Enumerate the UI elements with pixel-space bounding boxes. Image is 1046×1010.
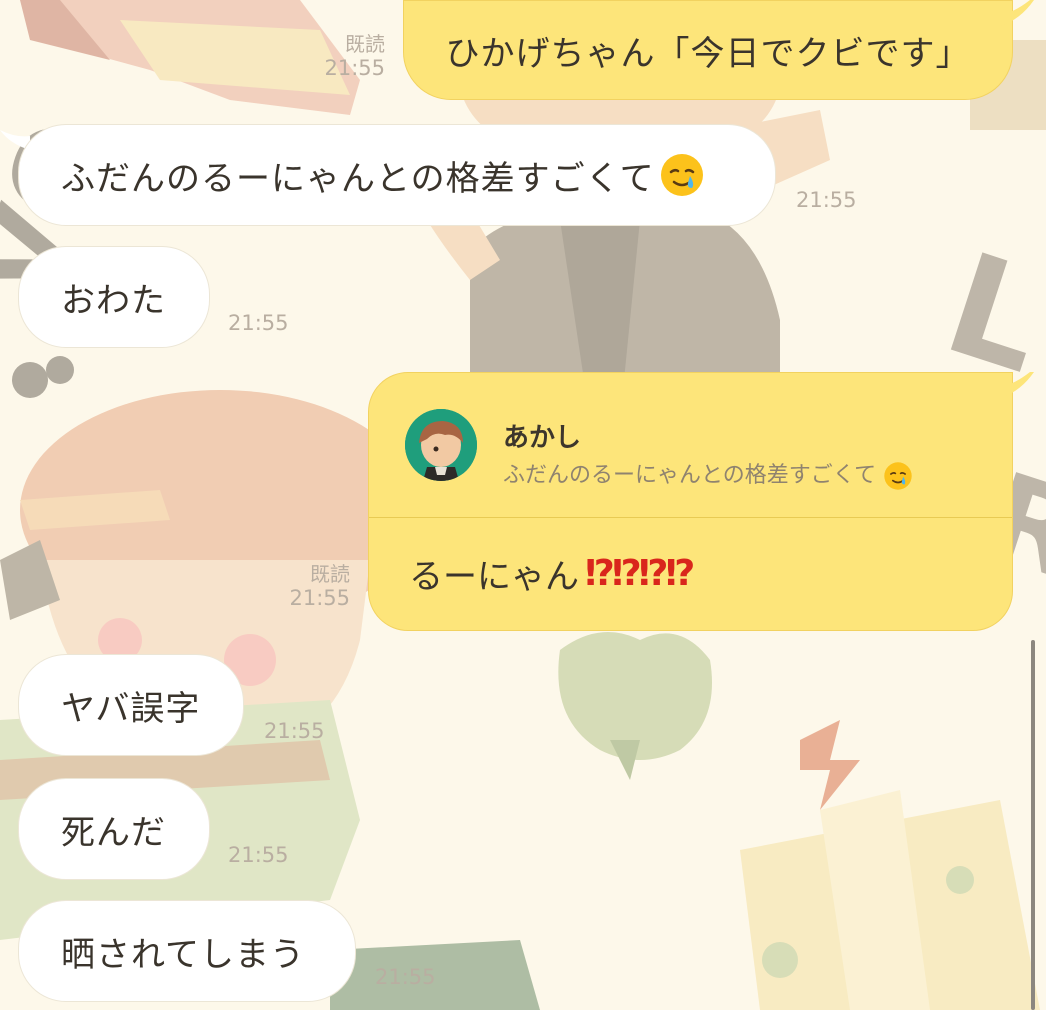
message-time: 21:55 [796,188,866,212]
message-bubble-incoming[interactable]: ふだんのるーにゃんとの格差すごくて [18,124,776,226]
message-time-label: 21:55 [796,188,857,212]
message-text: ふだんのるーにゃんとの格差すごくて [61,158,655,199]
message-time: 21:55 [289,586,350,610]
avatar [405,409,477,481]
exclamation-question-marks: ⁉⁉⁉⁉ [585,553,695,594]
quoted-text: ふだんのるーにゃんとの格差すごくて [503,457,913,491]
message-bubble-outgoing[interactable]: ひかげちゃん「今日でクビです」 [403,0,1013,100]
quoted-text-label: ふだんのるーにゃんとの格差すごくて [503,463,877,488]
message-text: おわた [61,280,166,321]
read-receipt: 既読 [310,562,350,586]
message-meta: 既読 21:55 [270,562,350,610]
message-text: 晒されてしまう [61,934,305,975]
message-bubble-incoming[interactable]: ヤバ誤字 [18,654,244,756]
message-time: 21:55 [228,311,298,335]
sad-relieved-face-icon [884,462,912,490]
quoted-message[interactable]: あかし ふだんのるーにゃんとの格差すごくて [369,373,1012,518]
message-bubble-incoming[interactable]: 晒されてしまう [18,900,356,1002]
reply-text: るーにゃん ⁉⁉⁉⁉ [409,549,695,598]
message-meta: 既読 21:55 [305,32,385,80]
message-time: 21:55 [228,843,298,867]
message-bubble-incoming[interactable]: おわた [18,246,210,348]
read-receipt: 既読 [345,32,385,56]
message-time: 21:55 [375,965,445,989]
message-time: 21:55 [264,719,334,743]
bubble-tail [1000,0,1034,26]
message-bubble-incoming[interactable]: 死んだ [18,778,210,880]
reply-message-bubble[interactable]: あかし ふだんのるーにゃんとの格差すごくて るーにゃん ⁉⁉⁉⁉ [368,372,1013,631]
message-text: るーにゃん [409,557,579,597]
avatar-image [405,409,477,481]
message-time-label: 21:55 [228,311,289,335]
message-time-label: 21:55 [375,965,436,989]
message-time: 21:55 [324,56,385,80]
message-text: ひかげちゃん「今日でクビです」 [445,33,971,74]
quoted-sender-name: あかし [503,423,582,453]
message-text: ヤバ誤字 [61,688,201,729]
sad-relieved-face-icon [660,154,703,196]
message-time-label: 21:55 [264,719,325,743]
message-time-label: 21:55 [228,843,289,867]
message-text: 死んだ [61,812,166,853]
bubble-tail [1000,372,1034,398]
scrollbar[interactable] [1031,640,1035,1010]
